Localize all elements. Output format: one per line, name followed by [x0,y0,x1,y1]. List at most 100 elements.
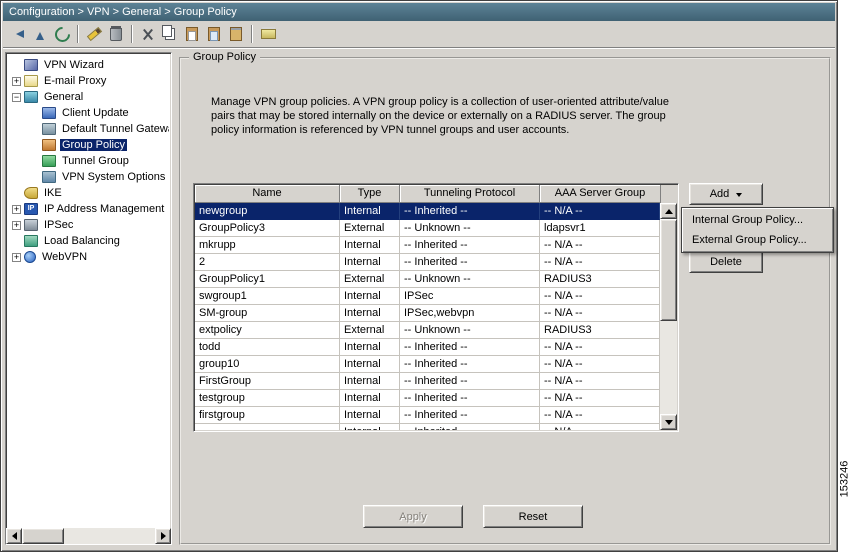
table-cell: External [340,322,400,339]
delete-button[interactable]: Delete [689,251,763,273]
table-cell: FirstGroup [195,373,340,390]
table-row[interactable]: testgroup Internal -- Inherited -- -- N/A -… [195,390,661,407]
cut-icon[interactable] [137,23,159,45]
edit-icon[interactable] [83,23,105,45]
column-header-tunneling-protocol[interactable]: Tunneling Protocol [400,185,540,203]
sidebar-item-vpn-system-options[interactable]: VPN System Options [8,169,169,185]
sidebar-item-vpn-wizard[interactable]: VPN Wizard [8,57,169,73]
sidebar-item-label: IP Address Management [44,203,165,215]
table-row[interactable]: SM-group Internal IPSec,webvpn -- N/A -- [195,305,661,322]
plus-expander-icon[interactable]: + [12,76,21,86]
scroll-left-button[interactable] [6,528,22,544]
print-icon[interactable] [257,23,279,45]
table-row[interactable]: GroupPolicy3 External -- Unknown -- ldapsvr… [195,220,661,237]
table-row[interactable]: firstgroup Internal -- Inherited -- -- N/A … [195,407,661,424]
column-header-name[interactable]: Name [195,185,340,203]
table-row[interactable]: Internal-- Inherited ---- N/A -- [195,424,661,430]
table-cell: -- Inherited -- [400,339,540,356]
sidebar-tree: VPN Wizard + E-mail Proxy − General Client Up… [8,57,169,526]
sidebar-item-e-mail-proxy[interactable]: + E-mail Proxy [8,73,169,89]
table-cell: newgroup [195,203,340,220]
sidebar-item-ipsec[interactable]: + IPSec [8,217,169,233]
reset-button[interactable]: Reset [483,505,583,528]
sidebar-item-client-update[interactable]: Client Update [8,105,169,121]
table-row[interactable]: todd Internal -- Inherited -- -- N/A -- [195,339,661,356]
table-row[interactable]: extpolicy External -- Unknown -- RADIUS3 [195,322,661,339]
plus-expander-icon[interactable]: + [12,252,21,262]
description-line: pairs that may be stored internally on t… [211,110,666,122]
sidebar-item-load-balancing[interactable]: Load Balancing [8,233,169,249]
column-header-type[interactable]: Type [340,185,400,203]
table-cell: RADIUS3 [540,271,660,288]
scrollbar-thumb[interactable] [22,528,64,544]
table-cell: -- Inherited -- [400,356,540,373]
sidebar-item-label: Tunnel Group [62,155,129,167]
table-cell: -- N/A -- [540,203,660,220]
table-row[interactable]: FirstGroup Internal -- Inherited -- -- N/A … [195,373,661,390]
go-up-icon[interactable] [29,23,51,45]
table-cell: -- Unknown -- [400,220,540,237]
scroll-down-button[interactable] [660,414,677,430]
table-row[interactable]: group10 Internal -- Inherited -- -- N/A -- [195,356,661,373]
scroll-right-button[interactable] [155,528,171,544]
add-button-label: Add [709,188,730,200]
copy-icon[interactable] [159,23,181,45]
plus-expander-icon[interactable]: + [12,204,21,214]
toolbar-separator [77,25,79,43]
table-body: newgroup Internal -- Inherited -- -- N/A --… [195,203,661,430]
sidebar-item-ip-address-management[interactable]: + IP Address Management [8,201,169,217]
paste-special-icon[interactable] [203,23,225,45]
description-line: Manage VPN group policies. A VPN group p… [211,96,669,108]
triangle-down-icon [664,419,673,429]
sidebar-item-ike[interactable]: IKE [8,185,169,201]
table-cell: Internal [340,237,400,254]
minus-expander-icon[interactable]: − [12,92,21,102]
table-row[interactable]: newgroup Internal -- Inherited -- -- N/A -- [195,203,661,220]
plus-expander-icon[interactable]: + [12,220,21,230]
table-cell [195,424,340,430]
table-cell: 2 [195,254,340,271]
table-cell: -- Inherited -- [400,390,540,407]
clipboard-icon[interactable] [225,23,247,45]
column-header-aaa-server-group[interactable]: AAA Server Group [540,185,661,203]
table-cell: -- Inherited -- [400,424,540,430]
table-cell: SM-group [195,305,340,322]
table-cell: Internal [340,390,400,407]
panel-title: Group Policy [189,51,260,63]
table-cell: RADIUS3 [540,322,660,339]
apply-button[interactable]: Apply [363,505,463,528]
menu-item-internal-group-policy[interactable]: Internal Group Policy... [682,210,833,230]
sidebar-item-group-policy[interactable]: Group Policy [8,137,169,153]
paste-icon[interactable] [181,23,203,45]
table-row[interactable]: GroupPolicy1 External -- Unknown -- RADIUS3 [195,271,661,288]
sidebar-item-general[interactable]: − General [8,89,169,105]
group-policy-panel: Group Policy Manage VPN group policies. … [179,51,834,545]
table-cell: Internal [340,339,400,356]
refresh-icon[interactable] [51,23,73,45]
table-row[interactable]: mkrupp Internal -- Inherited -- -- N/A -- [195,237,661,254]
add-button[interactable]: Add [689,183,763,205]
table-cell: Internal [340,203,400,220]
load-balancing-icon [24,235,38,247]
sidebar-item-tunnel-group[interactable]: Tunnel Group [8,153,169,169]
sidebar-item-label: E-mail Proxy [44,75,107,87]
table-cell: -- N/A -- [540,424,660,430]
delete-icon[interactable] [105,23,127,45]
sidebar-horizontal-scrollbar[interactable] [6,528,171,544]
vpn-system-icon [42,171,56,183]
reset-button-label: Reset [518,510,548,523]
sidebar-item-default-tunnel-gateway[interactable]: Default Tunnel Gateway [8,121,169,137]
menu-item-external-group-policy[interactable]: External Group Policy... [682,230,833,250]
figure-number: 153246 [838,460,850,498]
sidebar-item-webvpn[interactable]: + WebVPN [8,249,169,265]
go-back-icon[interactable] [7,23,29,45]
table-vertical-scrollbar[interactable] [660,203,677,430]
scroll-up-button[interactable] [660,203,677,219]
table-row[interactable]: 2 Internal -- Inherited -- -- N/A -- [195,254,661,271]
table-cell: Internal [340,305,400,322]
table-row[interactable]: swgroup1 Internal IPSec -- N/A -- [195,288,661,305]
scrollbar-thumb[interactable] [660,219,677,321]
table-cell: -- Inherited -- [400,407,540,424]
triangle-right-icon [160,532,170,540]
table-cell: testgroup [195,390,340,407]
